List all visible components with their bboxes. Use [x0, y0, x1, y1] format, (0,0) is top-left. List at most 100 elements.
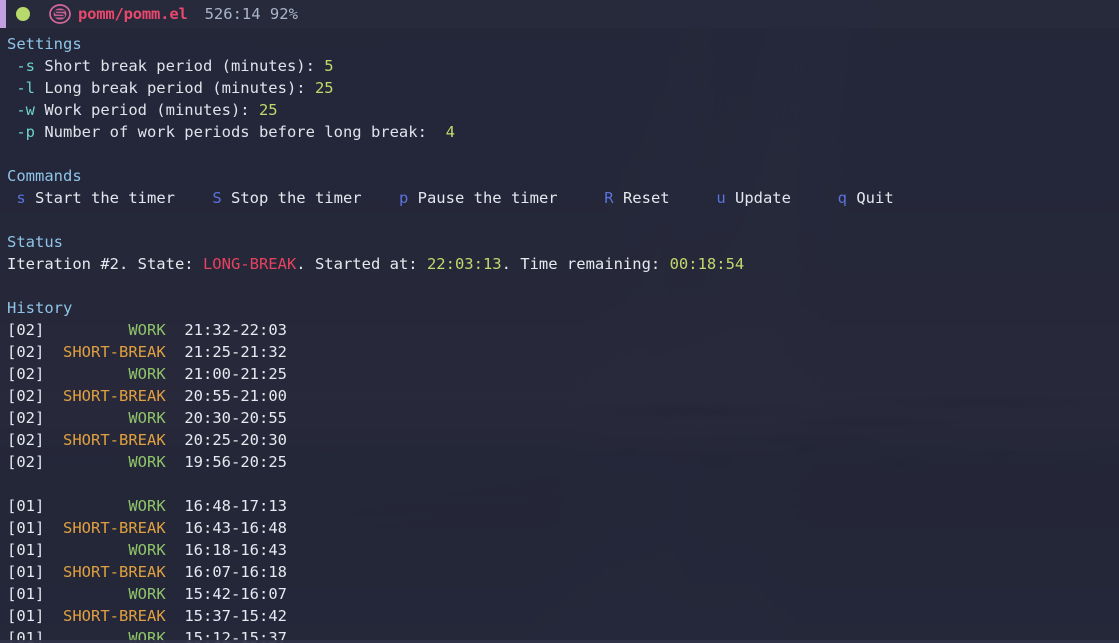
- history-row[interactable]: [01] SHORT-BREAK 15:37-15:42: [0, 605, 1119, 627]
- status-iteration-prefix: Iteration #2. State:: [7, 255, 203, 273]
- history-iteration: [01]: [7, 519, 45, 537]
- history-row[interactable]: [01] SHORT-BREAK 16:07-16:18: [0, 561, 1119, 583]
- history-sep: [44, 453, 63, 471]
- status-row: Iteration #2. State: LONG-BREAK. Started…: [0, 253, 1119, 275]
- history-range: 21:32-22:03: [184, 321, 287, 339]
- history-row[interactable]: [02] SHORT-BREAK 20:55-21:00: [0, 385, 1119, 407]
- history-sep: [166, 453, 185, 471]
- spacer-line-2: [0, 209, 1119, 231]
- history-iteration: [02]: [7, 453, 45, 471]
- emacs-logo-icon: [49, 3, 71, 25]
- status-heading: Status: [7, 233, 63, 251]
- command-key-reset[interactable]: R: [604, 189, 623, 207]
- history-row[interactable]: [01] WORK 16:18-16:43: [0, 539, 1119, 561]
- history-state: WORK: [63, 453, 166, 471]
- history-state: SHORT-BREAK: [63, 607, 166, 625]
- command-label-update[interactable]: Update: [735, 189, 791, 207]
- history-state: WORK: [63, 541, 166, 559]
- command-label-quit[interactable]: Quit: [856, 189, 893, 207]
- history-iteration: [01]: [7, 497, 45, 515]
- history-row[interactable]: [01] WORK 15:42-16:07: [0, 583, 1119, 605]
- command-key-update[interactable]: u: [716, 189, 735, 207]
- status-remaining-prefix: . Time remaining:: [501, 255, 670, 273]
- command-label-reset[interactable]: Reset: [623, 189, 670, 207]
- command-gap-5: [791, 189, 838, 207]
- command-label-start[interactable]: Start the timer: [35, 189, 175, 207]
- status-state-badge: LONG-BREAK: [202, 255, 297, 273]
- setting-label-long-break: Long break period (minutes):: [44, 79, 315, 97]
- command-gap-4: [670, 189, 717, 207]
- header-line: pomm/pomm.el 526:14 92%: [0, 0, 1119, 28]
- history-sep: [166, 365, 185, 383]
- setting-label-periods-before-long-break: Number of work periods before long break…: [44, 123, 446, 141]
- setting-row-short-break[interactable]: -s Short break period (minutes): 5: [0, 55, 1119, 77]
- spacer-line-1: [0, 143, 1119, 165]
- history-row[interactable]: [02] SHORT-BREAK 20:25-20:30: [0, 429, 1119, 451]
- history-state: WORK: [63, 585, 166, 603]
- history-iteration: [02]: [7, 321, 45, 339]
- history-sep: [44, 343, 63, 361]
- history-sep: [166, 431, 185, 449]
- history-sep: [44, 497, 63, 515]
- history-row[interactable]: [02] WORK 21:00-21:25: [0, 363, 1119, 385]
- command-key-start[interactable]: s: [7, 189, 35, 207]
- history-range: 20:30-20:55: [184, 409, 287, 427]
- history-iteration: [02]: [7, 365, 45, 383]
- command-key-pause[interactable]: p: [399, 189, 418, 207]
- history-sep: [44, 607, 63, 625]
- setting-flag-p: -p: [7, 123, 45, 141]
- setting-label-work-period: Work period (minutes):: [44, 101, 259, 119]
- history-iteration: [01]: [7, 585, 45, 603]
- history-sep: [44, 387, 63, 405]
- history-state: WORK: [63, 497, 166, 515]
- command-key-stop[interactable]: S: [212, 189, 231, 207]
- command-label-stop[interactable]: Stop the timer: [231, 189, 362, 207]
- history-range: 15:42-16:07: [184, 585, 287, 603]
- setting-row-long-break[interactable]: -l Long break period (minutes): 25: [0, 77, 1119, 99]
- command-gap-3: [558, 189, 605, 207]
- commands-row: s Start the timer S Stop the timer p Pau…: [0, 187, 1119, 209]
- history-range: 16:07-16:18: [184, 563, 287, 581]
- history-state: SHORT-BREAK: [63, 519, 166, 537]
- history-state: SHORT-BREAK: [63, 343, 166, 361]
- history-sep: [166, 321, 185, 339]
- history-row[interactable]: [01] SHORT-BREAK 16:43-16:48: [0, 517, 1119, 539]
- history-range: 20:25-20:30: [184, 431, 287, 449]
- history-row[interactable]: [02] WORK 21:32-22:03: [0, 319, 1119, 341]
- history-state: SHORT-BREAK: [63, 387, 166, 405]
- setting-flag-w: -w: [7, 101, 45, 119]
- history-row[interactable]: [02] WORK 20:30-20:55: [0, 407, 1119, 429]
- command-key-quit[interactable]: q: [838, 189, 857, 207]
- history-sep: [166, 497, 185, 515]
- history-row[interactable]: [01] WORK 16:48-17:13: [0, 495, 1119, 517]
- history-sep: [44, 541, 63, 559]
- setting-flag-s: -s: [7, 57, 45, 75]
- setting-row-periods-before-long-break[interactable]: -p Number of work periods before long br…: [0, 121, 1119, 143]
- history-row[interactable]: [02] SHORT-BREAK 21:25-21:32: [0, 341, 1119, 363]
- history-sep: [44, 431, 63, 449]
- pomm-buffer: Settings -s Short break period (minutes)…: [0, 28, 1119, 643]
- history-sep: [166, 519, 185, 537]
- history-sep: [44, 519, 63, 537]
- command-gap-2: [362, 189, 399, 207]
- history-group-separator: [0, 473, 1119, 495]
- history-sep: [166, 541, 185, 559]
- history-range: 19:56-20:25: [184, 453, 287, 471]
- history-range: 21:25-21:32: [184, 343, 287, 361]
- history-sep: [44, 321, 63, 339]
- history-sep: [44, 365, 63, 383]
- history-sep: [44, 585, 63, 603]
- accent-bar: [0, 0, 6, 28]
- history-range: 16:43-16:48: [184, 519, 287, 537]
- history-iteration: [01]: [7, 563, 45, 581]
- setting-value-long-break: 25: [314, 79, 334, 97]
- buffer-name[interactable]: pomm/pomm.el: [78, 3, 188, 25]
- history-iteration: [02]: [7, 409, 45, 427]
- history-row[interactable]: [02] WORK 19:56-20:25: [0, 451, 1119, 473]
- history-sep: [166, 343, 185, 361]
- buffer-position: 526:14 92%: [204, 5, 298, 23]
- command-label-pause[interactable]: Pause the timer: [418, 189, 558, 207]
- setting-row-work-period[interactable]: -w Work period (minutes): 25: [0, 99, 1119, 121]
- history-sep: [166, 387, 185, 405]
- history-iteration: [02]: [7, 431, 45, 449]
